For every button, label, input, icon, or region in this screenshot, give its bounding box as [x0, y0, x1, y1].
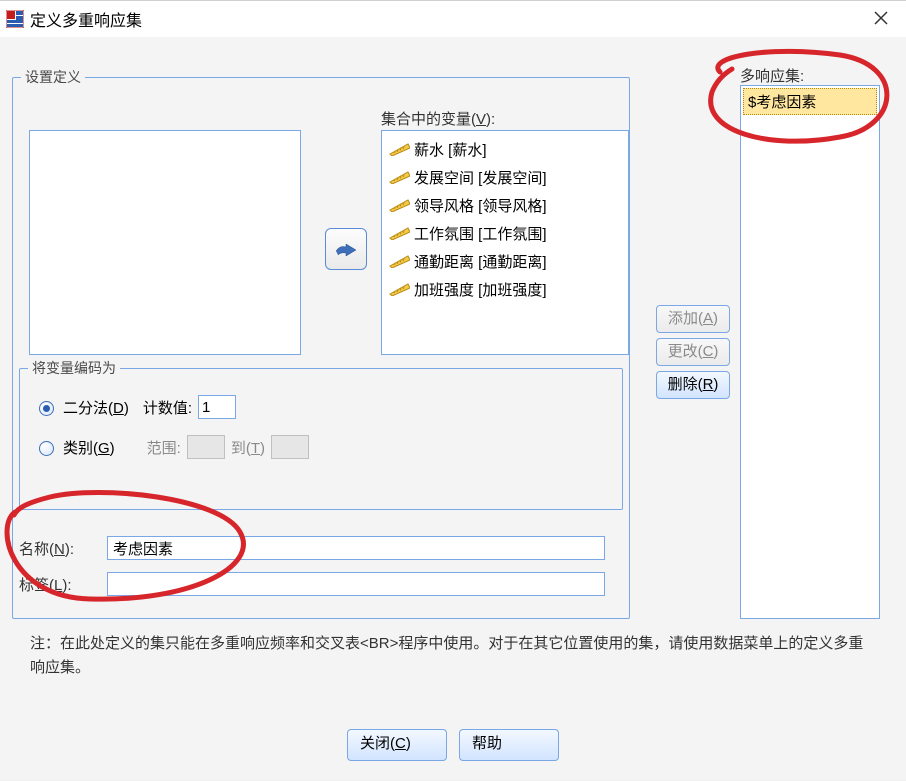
- multi-response-label: 多响应集:: [740, 65, 804, 86]
- help-button[interactable]: 帮助: [459, 729, 559, 761]
- name-label: 名称(N):: [19, 538, 107, 559]
- range-to-input: [271, 435, 309, 459]
- range-to-label: 到(T): [231, 437, 265, 458]
- encoding-group: 将变量编码为 二分法(D) 计数值: 类别(G) 范围: 到(T): [19, 368, 623, 510]
- change-button: 更改(C): [656, 338, 730, 366]
- list-item[interactable]: 工作氛围 [工作氛围]: [388, 219, 622, 247]
- bottom-button-row: 关闭(C) 帮助: [0, 729, 906, 761]
- arrow-right-icon: [334, 239, 358, 259]
- range-from-input: [187, 435, 225, 459]
- titlebar: 定义多重响应集: [0, 1, 906, 37]
- move-variable-button[interactable]: [325, 228, 367, 270]
- dichotomy-radio[interactable]: [39, 401, 54, 416]
- range-label: 范围:: [147, 437, 181, 458]
- add-button: 添加(A): [656, 305, 730, 333]
- scale-icon: [388, 198, 410, 212]
- list-item[interactable]: 薪水 [薪水]: [388, 135, 622, 163]
- tag-label: 标签(L):: [19, 574, 107, 595]
- category-label: 类别(G): [63, 437, 115, 458]
- settings-legend: 设置定义: [21, 67, 85, 87]
- target-list-label: 集合中的变量(V):: [381, 108, 495, 129]
- remove-button[interactable]: 删除(R): [656, 371, 730, 399]
- tag-input[interactable]: [107, 572, 605, 596]
- list-item[interactable]: 加班强度 [加班强度]: [388, 275, 622, 303]
- scale-icon: [388, 226, 410, 240]
- count-value-input[interactable]: [198, 395, 236, 419]
- scale-icon: [388, 282, 410, 296]
- category-radio[interactable]: [39, 441, 54, 456]
- scale-icon: [388, 254, 410, 268]
- list-item[interactable]: $考虑因素: [743, 88, 877, 115]
- multi-response-list[interactable]: $考虑因素: [740, 85, 880, 619]
- source-variable-list[interactable]: [29, 130, 301, 355]
- count-value-label: 计数值:: [143, 397, 192, 418]
- dialog-body: 设置定义 集合中的变量(V): 薪水 [薪水] 发展空间 [发展空间]: [0, 37, 906, 780]
- list-item[interactable]: 发展空间 [发展空间]: [388, 163, 622, 191]
- app-icon: [6, 10, 24, 28]
- note-text: 注：在此处定义的集只能在多重响应频率和交叉表<BR>程序中使用。对于在其它位置使…: [30, 632, 878, 680]
- window-title: 定义多重响应集: [30, 7, 142, 31]
- dichotomy-label: 二分法(D): [63, 397, 129, 418]
- settings-group: 设置定义 集合中的变量(V): 薪水 [薪水] 发展空间 [发展空间]: [12, 77, 630, 619]
- list-item[interactable]: 领导风格 [领导风格]: [388, 191, 622, 219]
- close-button[interactable]: [856, 1, 906, 37]
- target-variable-list[interactable]: 薪水 [薪水] 发展空间 [发展空间] 领导风格 [领导风格] 工作氛围 [工作…: [381, 130, 629, 355]
- close-dialog-button[interactable]: 关闭(C): [347, 729, 447, 761]
- name-input[interactable]: [107, 536, 605, 560]
- encoding-legend: 将变量编码为: [28, 358, 120, 378]
- list-item[interactable]: 通勤距离 [通勤距离]: [388, 247, 622, 275]
- scale-icon: [388, 142, 410, 156]
- dialog-window: 定义多重响应集 设置定义 集合中的变量(V): 薪水 [薪水]: [0, 0, 906, 780]
- scale-icon: [388, 170, 410, 184]
